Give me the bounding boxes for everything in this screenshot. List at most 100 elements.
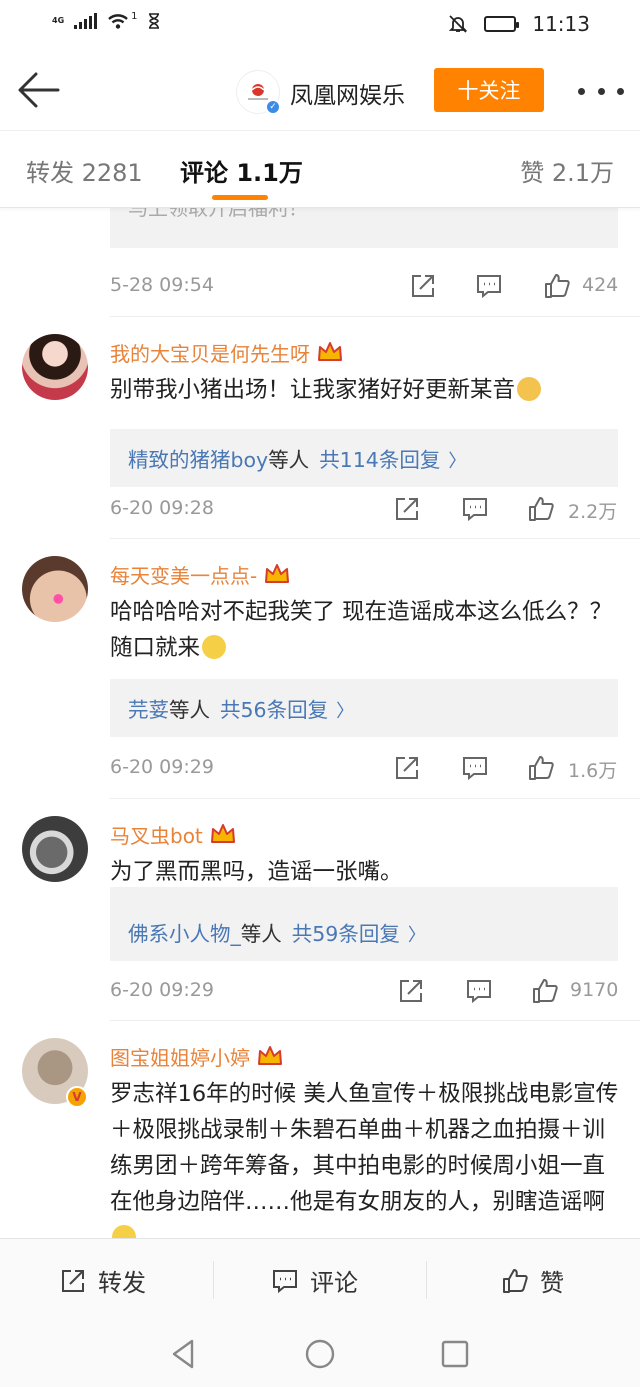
- like-count: 2.2万: [568, 501, 618, 523]
- avatar[interactable]: [22, 816, 88, 882]
- like-thumb-icon[interactable]: [542, 271, 572, 301]
- repost-button[interactable]: 转发: [58, 1263, 146, 1298]
- wifi-icon: [108, 14, 128, 29]
- like-button[interactable]: 赞: [500, 1263, 564, 1298]
- repost-label: 转发: [98, 1269, 146, 1297]
- comment-icon[interactable]: [464, 976, 494, 1006]
- reply-etc: 等人: [169, 698, 210, 722]
- reply-summary-box[interactable]: 佛系小人物_等人 共59条回复〉: [110, 903, 618, 961]
- comment-text: 别带我小猪出场！让我家猪好好更新某音: [110, 372, 622, 408]
- tab-like[interactable]: 赞 2.1万: [520, 153, 614, 188]
- network-type: 4G: [52, 16, 65, 25]
- divider: [110, 538, 640, 539]
- facepalm-emoji-icon: [202, 635, 227, 659]
- top-header: ✓ 凤凰网娱乐 十关注: [0, 50, 640, 130]
- reply-total[interactable]: 共56条回复: [220, 698, 328, 722]
- comment-icon[interactable]: [474, 271, 504, 301]
- reply-preview-box[interactable]: 马上领取开启福利！: [110, 208, 618, 248]
- comment-meta: 6-20 09:29 1.6万: [110, 749, 620, 789]
- divider: [110, 1020, 640, 1021]
- account-name[interactable]: 凤凰网娱乐: [290, 76, 405, 110]
- username[interactable]: 每天变美一点点-: [110, 560, 291, 589]
- follow-button[interactable]: 十关注: [434, 68, 544, 112]
- tab-repost[interactable]: 转发 2281: [26, 153, 143, 188]
- comment-text: 哈哈哈哈对不起我笑了 现在造谣成本这么低么？？随口就来: [110, 594, 622, 666]
- status-left: 4G 1: [52, 10, 160, 30]
- comment-button[interactable]: 评论: [270, 1263, 358, 1298]
- brand-logo-icon: [248, 84, 268, 100]
- divider: [213, 1261, 214, 1299]
- hourglass-icon: [148, 13, 159, 29]
- comment-meta: 6-20 09:28 2.2万: [110, 490, 620, 530]
- like-label: 赞: [540, 1269, 564, 1297]
- crown-badge-icon: [210, 824, 235, 843]
- like-thumb-icon: [503, 1268, 528, 1293]
- account-avatar[interactable]: ✓: [236, 70, 281, 115]
- divider: [426, 1261, 427, 1299]
- reply-summary: 精致的猪猪boy等人 共114条回复〉: [128, 443, 466, 473]
- username[interactable]: 马叉虫bot: [110, 820, 237, 849]
- comment-time: 5-28 09:54: [110, 274, 214, 296]
- share-icon[interactable]: [396, 976, 426, 1006]
- comment-time: 6-20 09:29: [110, 979, 214, 1001]
- comment-time: 6-20 09:29: [110, 756, 214, 778]
- laugh-cry-emoji-icon: [112, 1225, 136, 1238]
- tab-comment[interactable]: 评论 1.1万: [180, 153, 303, 188]
- username-text: 我的大宝贝是何先生呀: [110, 342, 310, 366]
- comment-body: 哈哈哈哈对不起我笑了 现在造谣成本这么低么？？随口就来: [110, 599, 613, 661]
- battery-icon: [484, 16, 520, 32]
- nav-back-icon[interactable]: [166, 1336, 202, 1372]
- like-thumb-icon[interactable]: [526, 494, 556, 524]
- reply-names[interactable]: 精致的猪猪boy: [128, 448, 268, 472]
- chevron-right-icon: 〉: [407, 925, 426, 946]
- reply-names[interactable]: 佛系小人物_: [128, 922, 241, 946]
- reply-names[interactable]: 芫荽: [128, 698, 169, 722]
- comment-text: 罗志祥16年的时候 美人鱼宣传＋极限挑战电影宣传＋极限挑战录制＋朱碧石单曲＋机器…: [110, 1076, 622, 1238]
- nav-recents-icon[interactable]: [437, 1336, 473, 1372]
- crown-badge-icon: [265, 564, 290, 583]
- share-icon[interactable]: [408, 271, 438, 301]
- comment-icon: [273, 1269, 297, 1293]
- reply-summary-box[interactable]: 精致的猪猪boy等人 共114条回复〉: [110, 429, 618, 487]
- mute-bell-icon: [449, 15, 468, 33]
- reply-etc: 等人: [240, 922, 282, 946]
- nav-home-icon[interactable]: [302, 1336, 338, 1372]
- reply-summary: 芫荽等人 共56条回复〉: [128, 693, 354, 723]
- username-text: 图宝姐姐婷小婷: [110, 1046, 250, 1070]
- signal-icon: [74, 13, 98, 29]
- post-action-bar: 转发 评论 赞: [0, 1238, 640, 1320]
- like-thumb-icon[interactable]: [530, 976, 560, 1006]
- reply-total[interactable]: 共59条回复: [292, 922, 400, 946]
- chevron-right-icon: 〉: [448, 451, 467, 472]
- post-tabs: 转发 2281 评论 1.1万 赞 2.1万: [0, 130, 640, 208]
- share-icon[interactable]: [392, 753, 422, 783]
- vip-badge-icon: V: [66, 1086, 88, 1108]
- share-icon[interactable]: [392, 494, 422, 524]
- chevron-right-icon: 〉: [336, 701, 355, 722]
- status-bar: 4G 1 11:13: [0, 0, 640, 50]
- reply-summary-box[interactable]: 芫荽等人 共56条回复〉: [110, 679, 618, 737]
- comment-time: 6-20 09:28: [110, 497, 214, 519]
- like-count: 9170: [570, 979, 619, 1001]
- divider: [110, 316, 640, 317]
- status-right: 11:13: [448, 12, 590, 36]
- avatar[interactable]: [22, 556, 88, 622]
- comment-label: 评论: [310, 1269, 358, 1297]
- like-count: 424: [582, 274, 619, 296]
- comment-body: 别带我小猪出场！让我家猪好好更新某音: [110, 377, 516, 403]
- back-arrow-icon[interactable]: [14, 68, 64, 112]
- verified-badge-icon: ✓: [265, 99, 281, 115]
- comment-icon[interactable]: [460, 753, 490, 783]
- reply-total[interactable]: 共114条回复: [319, 448, 440, 472]
- wifi-badge: 1: [131, 10, 138, 22]
- comment-meta: 6-20 09:29 9170: [110, 972, 620, 1012]
- avatar[interactable]: [22, 334, 88, 400]
- crown-badge-icon: [258, 1046, 282, 1065]
- username[interactable]: 图宝姐姐婷小婷: [110, 1042, 284, 1071]
- comment-icon[interactable]: [460, 494, 490, 524]
- like-count: 1.6万: [568, 760, 618, 782]
- comment-list[interactable]: 马上领取开启福利！ 5-28 09:54 424 我的大宝贝是何先生呀 别带我小…: [0, 208, 640, 1238]
- like-thumb-icon[interactable]: [526, 753, 556, 783]
- more-dots-icon[interactable]: [578, 86, 624, 96]
- username[interactable]: 我的大宝贝是何先生呀: [110, 338, 344, 367]
